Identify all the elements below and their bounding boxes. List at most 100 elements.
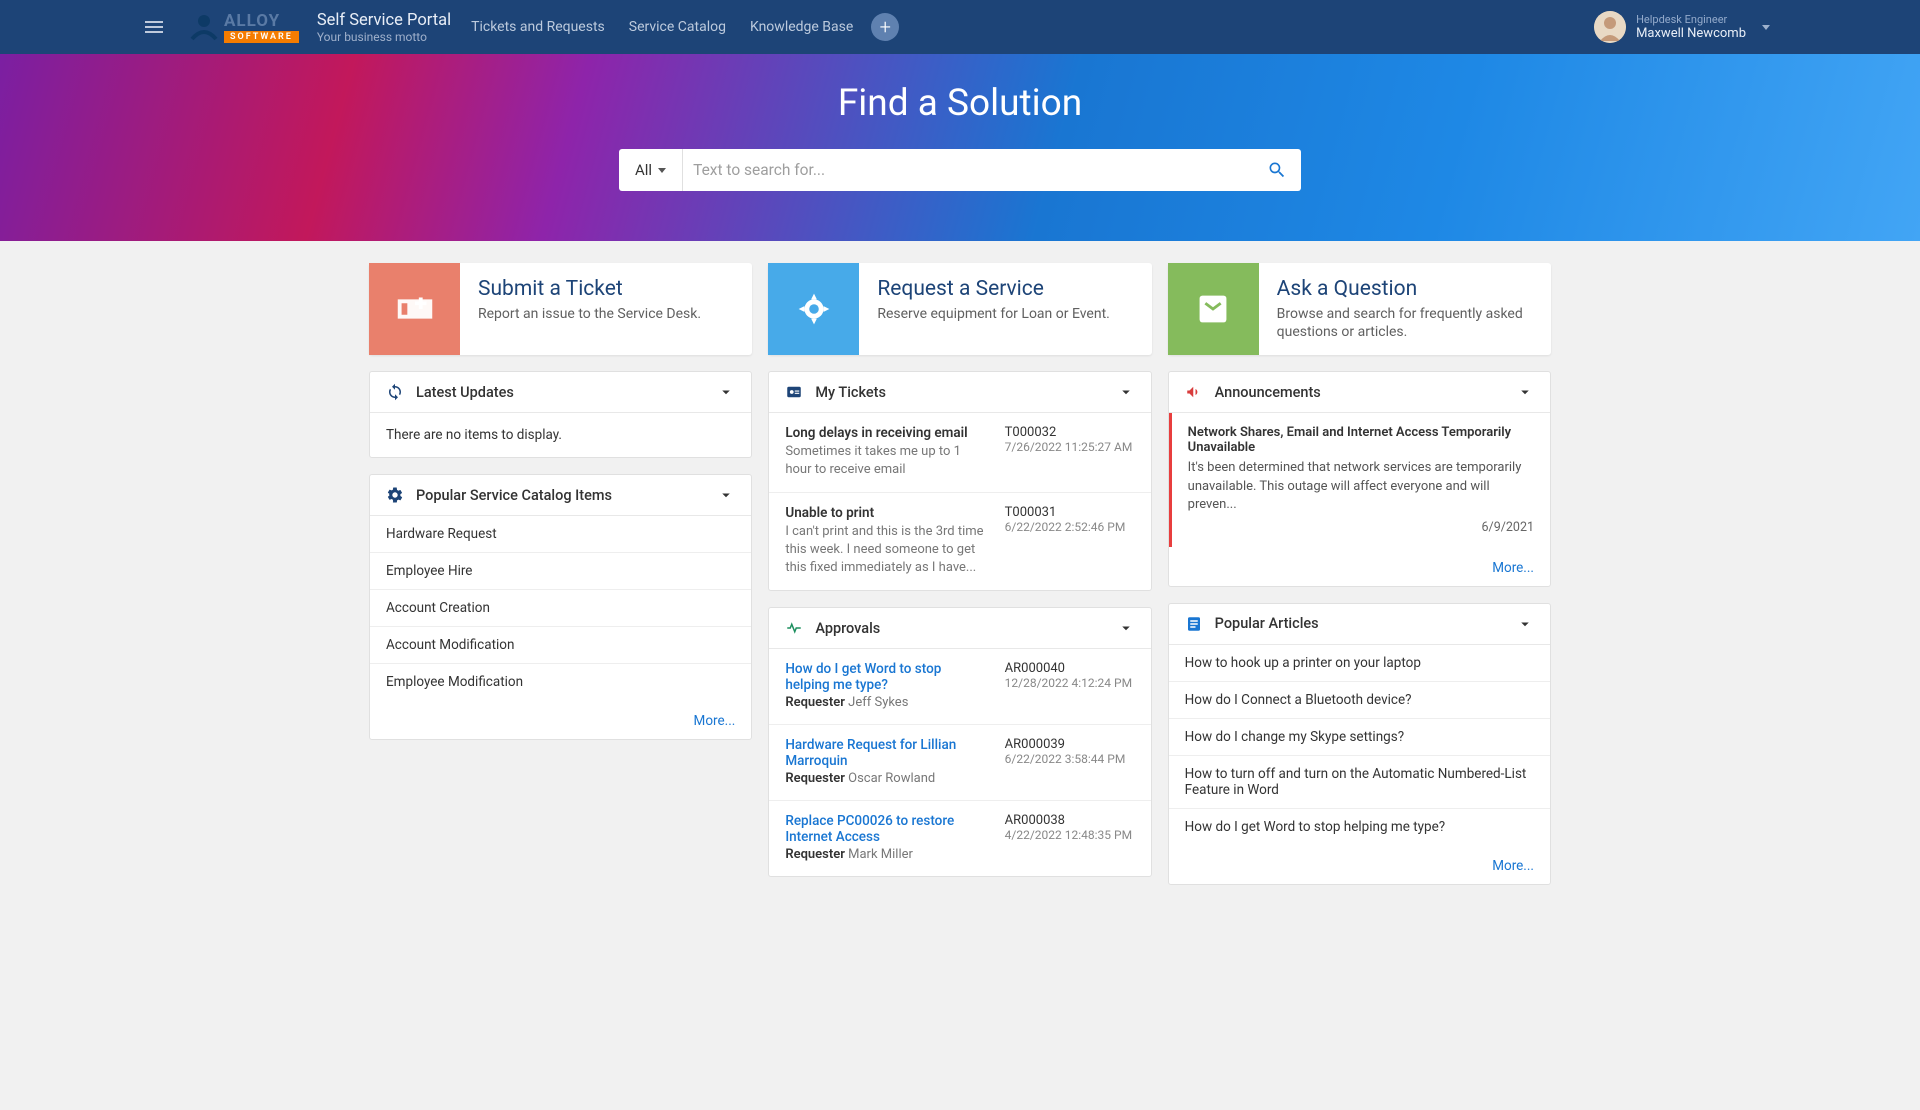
ticket-id: T000031: [1005, 505, 1135, 520]
latest-updates-panel: Latest Updates There are no items to dis…: [369, 371, 752, 458]
popular-articles-header[interactable]: Popular Articles: [1169, 604, 1550, 645]
search-filter-label: All: [635, 161, 652, 179]
latest-updates-header[interactable]: Latest Updates: [370, 372, 751, 413]
ticket-date: 7/26/2022 11:25:27 AM: [1005, 440, 1135, 454]
submit-ticket-card[interactable]: Submit a Ticket Report an issue to the S…: [369, 263, 752, 355]
portal-motto: Your business motto: [317, 30, 451, 44]
chevron-down-icon: [717, 486, 735, 504]
approval-title[interactable]: Hardware Request for Lillian Marroquin: [785, 737, 988, 769]
my-tickets-header[interactable]: My Tickets: [769, 372, 1150, 413]
col-mid: My Tickets Long delays in receiving emai…: [768, 371, 1151, 885]
approval-id: AR000040: [1005, 661, 1135, 676]
nav-kb[interactable]: Knowledge Base: [750, 19, 853, 35]
request-service-card[interactable]: Request a Service Reserve equipment for …: [768, 263, 1151, 355]
article-item[interactable]: How do I change my Skype settings?: [1169, 718, 1550, 755]
announcements-header[interactable]: Announcements: [1169, 372, 1550, 413]
chevron-down-icon: [1117, 383, 1135, 401]
panel-title: Announcements: [1215, 384, 1516, 401]
catalog-item[interactable]: Employee Modification: [370, 663, 751, 700]
logo[interactable]: ALLOY SOFTWARE: [188, 11, 299, 43]
catalog-item[interactable]: Account Creation: [370, 589, 751, 626]
ticket-desc: Sometimes it takes me up to 1 hour to re…: [785, 443, 988, 478]
requester-name: Jeff Sykes: [848, 695, 908, 710]
chevron-down-icon: [1516, 383, 1534, 401]
catalog-item[interactable]: Hardware Request: [370, 516, 751, 552]
search-icon: [1267, 160, 1287, 180]
latest-updates-empty: There are no items to display.: [370, 413, 751, 457]
col-right: Announcements Network Shares, Email and …: [1168, 371, 1551, 885]
ticket-desc: I can't print and this is the 3rd time t…: [785, 523, 988, 576]
action-desc: Reserve equipment for Loan or Event.: [877, 305, 1133, 323]
article-item[interactable]: How to hook up a printer on your laptop: [1169, 645, 1550, 681]
article-item[interactable]: How do I Connect a Bluetooth device?: [1169, 681, 1550, 718]
nav-catalog[interactable]: Service Catalog: [629, 19, 726, 35]
refresh-icon: [386, 383, 404, 401]
ticket-item[interactable]: Long delays in receiving email Sometimes…: [769, 413, 1150, 492]
ticket-icon: [369, 263, 460, 355]
approval-item[interactable]: How do I get Word to stop helping me typ…: [769, 649, 1150, 724]
new-button[interactable]: +: [871, 13, 899, 41]
service-icon: [768, 263, 859, 355]
logo-icon: [188, 11, 220, 43]
catalog-item[interactable]: Employee Hire: [370, 552, 751, 589]
approval-id: AR000039: [1005, 737, 1135, 752]
approvals-header[interactable]: Approvals: [769, 608, 1150, 649]
logo-text: ALLOY SOFTWARE: [224, 11, 299, 43]
hamburger-icon: [142, 15, 166, 39]
user-name: Maxwell Newcomb: [1636, 26, 1746, 41]
approval-date: 4/22/2022 12:48:35 PM: [1005, 828, 1135, 842]
popular-articles-panel: Popular Articles How to hook up a printe…: [1168, 603, 1551, 885]
ticket-date: 6/22/2022 2:52:46 PM: [1005, 520, 1135, 534]
requester-name: Mark Miller: [848, 847, 913, 862]
user-role: Helpdesk Engineer: [1636, 13, 1746, 26]
more-link[interactable]: More...: [1492, 858, 1534, 874]
portal-title: Self Service Portal Your business motto: [317, 11, 451, 44]
megaphone-icon: [1185, 383, 1203, 401]
user-menu[interactable]: Helpdesk Engineer Maxwell Newcomb: [1594, 11, 1770, 43]
requester-label: Requester: [785, 695, 845, 710]
action-title: Ask a Question: [1277, 277, 1533, 301]
popular-catalog-header[interactable]: Popular Service Catalog Items: [370, 475, 751, 516]
portal-name: Self Service Portal: [317, 11, 451, 30]
hamburger-menu-button[interactable]: [130, 3, 178, 51]
panel-title: Approvals: [815, 620, 1116, 637]
heartbeat-icon: [785, 619, 803, 637]
chevron-down-icon: [1117, 619, 1135, 637]
search-bar: All: [619, 149, 1301, 191]
approvals-panel: Approvals How do I get Word to stop help…: [768, 607, 1151, 877]
gear-icon: [386, 486, 404, 504]
hero: Find a Solution All: [0, 54, 1920, 241]
user-text: Helpdesk Engineer Maxwell Newcomb: [1636, 13, 1746, 41]
more-link[interactable]: More...: [1492, 560, 1534, 576]
chevron-down-icon: [1762, 25, 1770, 30]
article-icon: [1185, 615, 1203, 633]
nav-tickets[interactable]: Tickets and Requests: [471, 19, 605, 35]
popular-catalog-panel: Popular Service Catalog Items Hardware R…: [369, 474, 752, 740]
announcement-date: 6/9/2021: [1188, 520, 1534, 535]
approval-item[interactable]: Replace PC00026 to restore Internet Acce…: [769, 800, 1150, 876]
ticket-id: T000032: [1005, 425, 1135, 440]
more-link[interactable]: More...: [694, 713, 736, 729]
approval-id: AR000038: [1005, 813, 1135, 828]
ticket-item[interactable]: Unable to print I can't print and this i…: [769, 492, 1150, 590]
requester-name: Oscar Rowland: [848, 771, 935, 786]
article-item[interactable]: How do I get Word to stop helping me typ…: [1169, 808, 1550, 845]
search-input[interactable]: [683, 161, 1253, 179]
ask-question-card[interactable]: Ask a Question Browse and search for fre…: [1168, 263, 1551, 355]
hero-title: Find a Solution: [838, 82, 1082, 125]
announcement-item[interactable]: Network Shares, Email and Internet Acces…: [1169, 413, 1550, 547]
action-title: Submit a Ticket: [478, 277, 734, 301]
action-title: Request a Service: [877, 277, 1133, 301]
content: Submit a Ticket Report an issue to the S…: [369, 263, 1551, 885]
approval-item[interactable]: Hardware Request for Lillian Marroquin R…: [769, 724, 1150, 800]
announcements-panel: Announcements Network Shares, Email and …: [1168, 371, 1551, 587]
article-item[interactable]: How to turn off and turn on the Automati…: [1169, 755, 1550, 808]
search-filter-select[interactable]: All: [619, 149, 683, 191]
catalog-item[interactable]: Account Modification: [370, 626, 751, 663]
my-tickets-panel: My Tickets Long delays in receiving emai…: [768, 371, 1151, 591]
chevron-down-icon: [1516, 615, 1534, 633]
approval-title[interactable]: How do I get Word to stop helping me typ…: [785, 661, 988, 693]
search-button[interactable]: [1253, 149, 1301, 191]
approval-title[interactable]: Replace PC00026 to restore Internet Acce…: [785, 813, 988, 845]
panel-title: Popular Articles: [1215, 615, 1516, 632]
